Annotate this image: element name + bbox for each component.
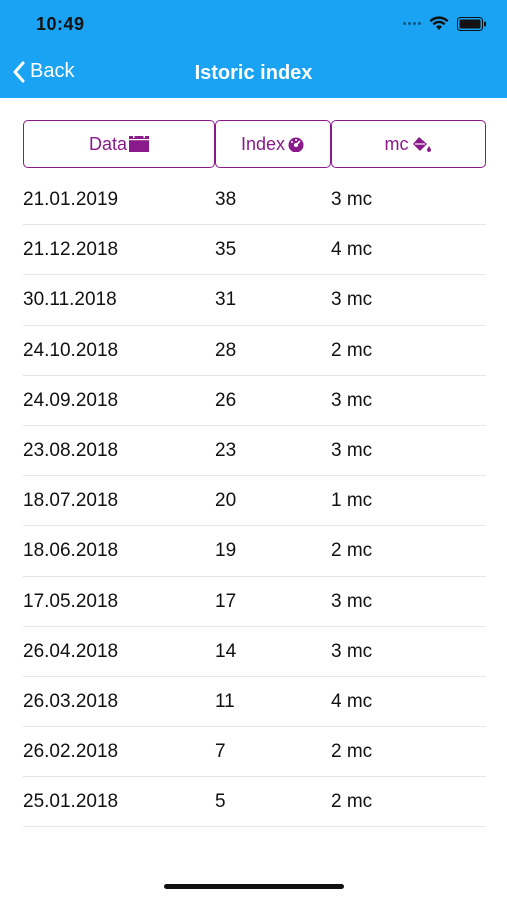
table-row[interactable]: 26.02.2018 7 2 mc — [23, 727, 486, 778]
header-date-label: Data — [88, 133, 128, 154]
mc-cell: 3 mc — [331, 590, 373, 612]
date-cell: 24.10.2018 — [23, 339, 119, 361]
mc-cell: 3 mc — [331, 189, 373, 210]
date-cell: 30.11.2018 — [23, 289, 117, 311]
sort-by-mc-button[interactable]: mc — [331, 120, 486, 168]
index-cell: 35 — [215, 239, 237, 261]
table-row[interactable]: 26.03.2018 11 4 mc — [23, 677, 486, 728]
table-row[interactable]: 24.09.2018 26 3 mc — [23, 376, 486, 426]
date-cell: 23.08.2018 — [23, 439, 119, 461]
date-cell: 18.07.2018 — [23, 490, 119, 512]
index-cell: 31 — [215, 289, 237, 311]
mc-cell: 4 mc — [331, 239, 373, 261]
mc-cell: 2 mc — [331, 339, 373, 361]
mc-cell: 2 mc — [331, 791, 373, 813]
table-row[interactable]: 26.04.2018 14 3 mc — [23, 627, 486, 677]
index-cell: 28 — [215, 339, 237, 361]
index-cell: 7 — [215, 741, 226, 763]
mc-cell: 4 mc — [331, 690, 373, 712]
date-cell: 26.03.2018 — [23, 690, 119, 712]
header-index-label: Index — [240, 133, 286, 154]
header-mc-label: mc — [384, 133, 409, 154]
page-title: Istoric index — [194, 62, 313, 84]
date-cell: 24.09.2018 — [23, 389, 119, 411]
mc-cell: 2 mc — [331, 540, 373, 562]
home-indicator[interactable] — [164, 884, 344, 889]
date-cell: 17.05.2018 — [23, 590, 119, 612]
index-cell: 14 — [215, 640, 237, 662]
wifi-icon — [429, 16, 449, 30]
history-table: 21.01.2019 38 3 mc 21.12.2018 35 4 mc 30.11.20… — [23, 175, 486, 828]
table-row[interactable]: 21.12.2018 35 4 mc — [23, 225, 486, 276]
mc-cell: 2 mc — [331, 741, 373, 763]
cellular-signal-icon — [403, 22, 421, 25]
index-cell: 17 — [215, 590, 237, 612]
table-row[interactable]: 30.11.2018 31 3 mc — [23, 275, 486, 326]
mc-cell: 1 mc — [331, 490, 373, 512]
table-row[interactable]: 25.01.2018 5 2 mc — [23, 777, 486, 828]
index-cell: 20 — [215, 490, 237, 512]
sort-by-index-button[interactable]: Index — [215, 120, 331, 168]
date-cell: 18.06.2018 — [23, 540, 119, 562]
calendar-icon — [129, 136, 150, 152]
navigation-bar: 10:49 Back Istoric index — [0, 0, 507, 98]
date-cell: 26.04.2018 — [23, 640, 119, 662]
table-row[interactable]: 17.05.2018 17 3 mc — [23, 577, 486, 627]
table-row[interactable]: 23.08.2018 23 3 mc — [23, 426, 486, 477]
date-cell: 26.02.2018 — [23, 741, 119, 763]
date-cell: 21.12.2018 — [23, 239, 119, 261]
table-row[interactable]: 21.01.2019 38 3 mc — [23, 175, 486, 226]
index-cell: 11 — [215, 690, 235, 712]
mc-cell: 3 mc — [331, 640, 373, 662]
table-row[interactable]: 18.07.2018 20 1 mc — [23, 476, 486, 527]
table-row[interactable]: 18.06.2018 19 2 mc — [23, 526, 486, 577]
mc-cell: 3 mc — [331, 389, 373, 411]
date-cell: 25.01.2018 — [23, 791, 119, 813]
table-row[interactable]: 24.10.2018 28 2 mc — [23, 326, 486, 376]
index-cell: 5 — [215, 791, 226, 813]
battery-icon — [457, 16, 486, 31]
paint-bucket-icon — [412, 137, 431, 152]
mc-cell: 3 mc — [331, 439, 373, 461]
gauge-icon — [288, 137, 304, 152]
table-header: Data Index mc — [23, 120, 486, 170]
date-cell: 21.01.2019 — [23, 189, 119, 210]
status-icons — [403, 16, 487, 31]
index-cell: 23 — [215, 439, 237, 461]
index-cell: 38 — [215, 189, 237, 210]
sort-by-date-button[interactable]: Data — [23, 120, 215, 168]
mc-cell: 3 mc — [331, 289, 373, 311]
status-time: 10:49 — [36, 14, 85, 34]
index-cell: 19 — [215, 540, 237, 562]
index-cell: 26 — [215, 389, 237, 411]
